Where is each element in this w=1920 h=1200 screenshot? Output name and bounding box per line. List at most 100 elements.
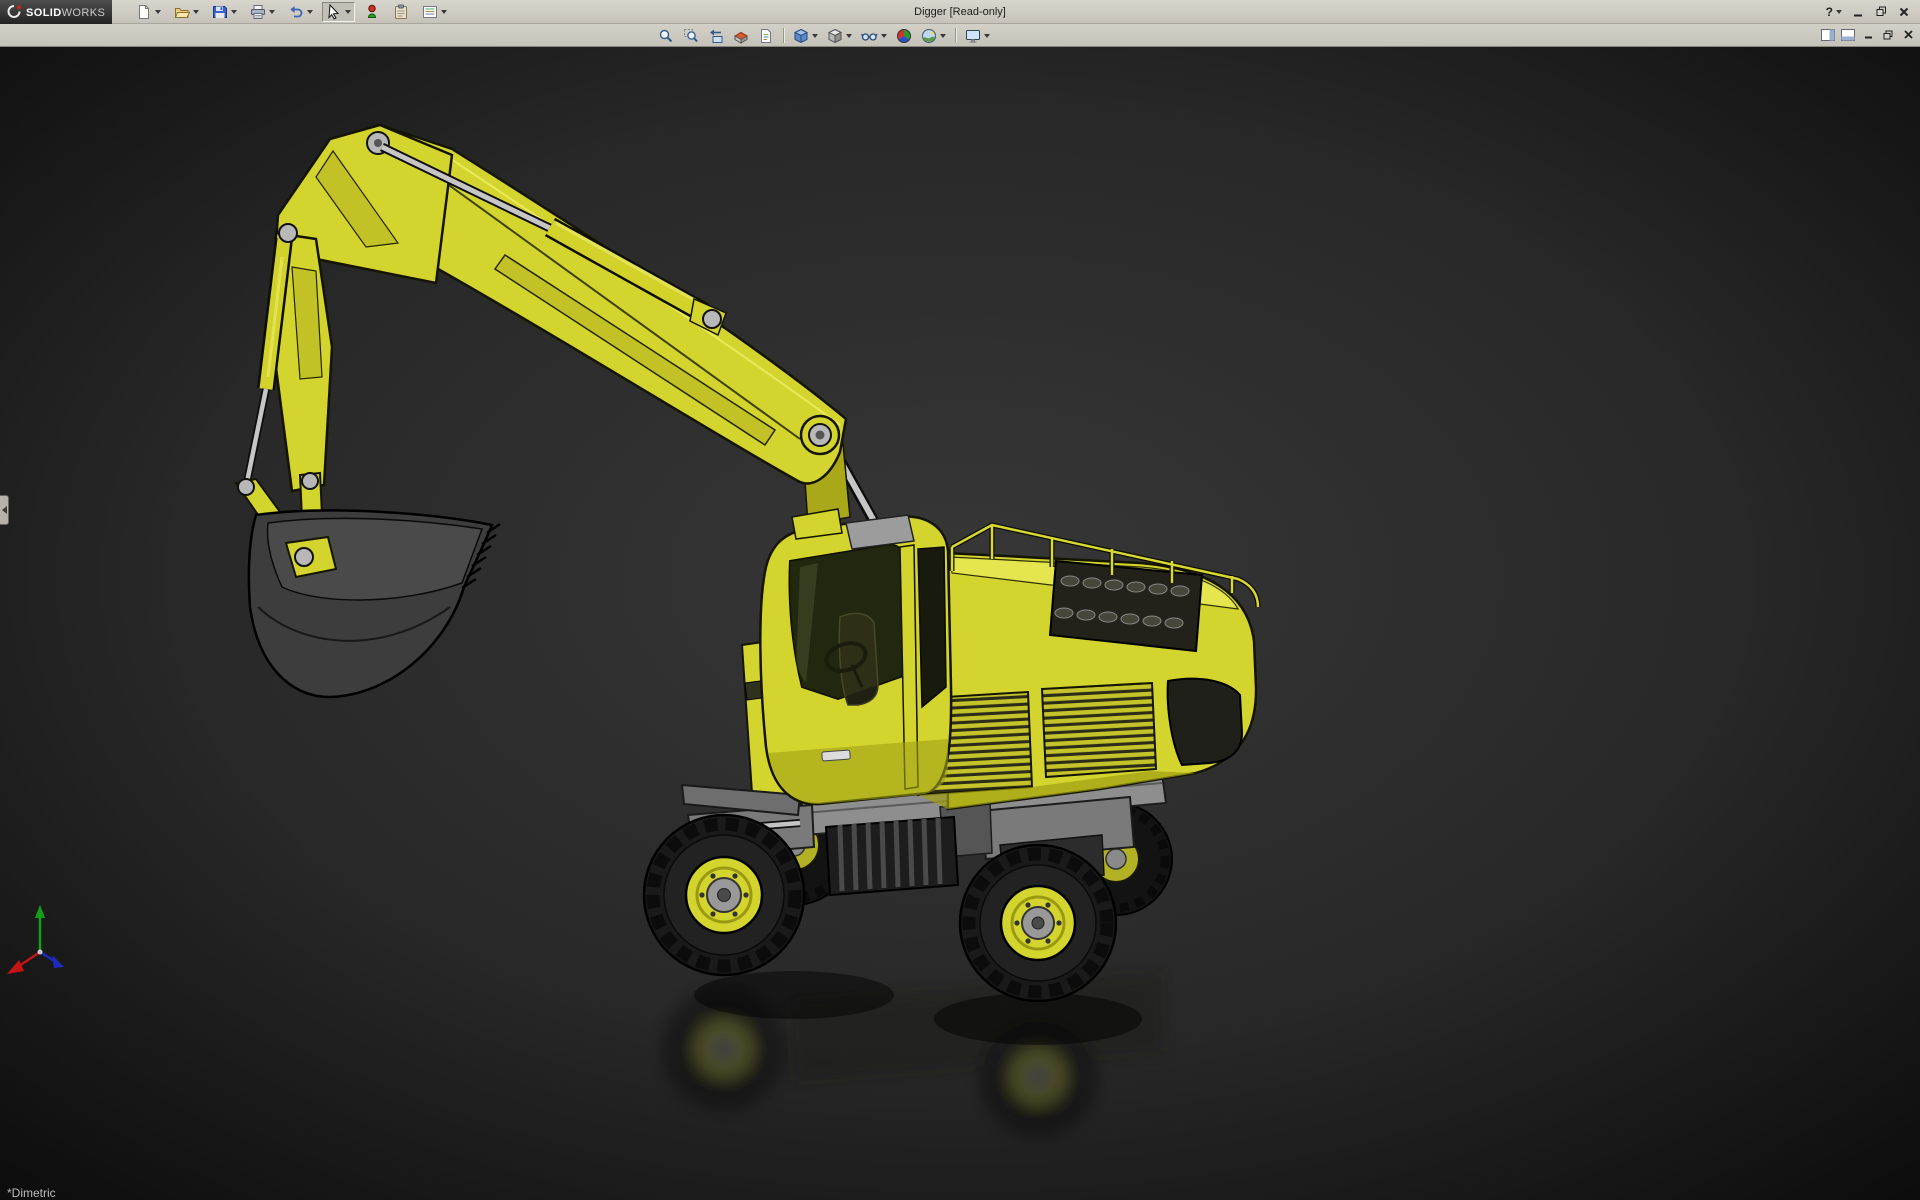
- undo-button[interactable]: [284, 2, 317, 22]
- door-handle: [822, 750, 851, 761]
- dassault-logo-mark: [6, 4, 22, 19]
- help-button[interactable]: ?: [1823, 3, 1845, 21]
- monitor-icon: [965, 28, 981, 44]
- color-sphere-icon: [896, 28, 912, 44]
- section-cube-icon: [733, 28, 749, 44]
- cab-rear-glass: [918, 547, 946, 707]
- rear-panel-glass: [1168, 679, 1242, 765]
- logo-text-bold: SOLID: [26, 7, 62, 19]
- heads-up-view-toolbar: [655, 25, 993, 46]
- magnifier-icon: [658, 28, 674, 44]
- printer-icon: [250, 4, 266, 20]
- select-button[interactable]: [322, 2, 355, 22]
- app-restore-button[interactable]: [1871, 3, 1891, 21]
- wheel-shadow: [694, 971, 894, 1019]
- apply-scene-button[interactable]: [918, 26, 949, 46]
- options-list-icon: [422, 4, 438, 20]
- select-cursor-icon: [326, 4, 342, 20]
- document-window-controls: [1819, 26, 1917, 43]
- save-button[interactable]: [208, 2, 241, 22]
- display-pane-toggle-button[interactable]: [1839, 26, 1857, 43]
- clipboard-icon: [393, 4, 409, 20]
- front-wheel[interactable]: [644, 815, 804, 975]
- options-button[interactable]: [418, 2, 451, 22]
- dropdown-caret[interactable]: [269, 10, 275, 14]
- scene-sphere-icon: [921, 28, 937, 44]
- help-glyph: ?: [1826, 5, 1833, 19]
- side-grille: [1042, 683, 1156, 777]
- dropdown-caret[interactable]: [812, 34, 818, 38]
- display-style-button[interactable]: [824, 26, 855, 46]
- minimize-icon: [1853, 7, 1863, 17]
- view-settings-button[interactable]: [962, 26, 993, 46]
- dropdown-caret[interactable]: [193, 10, 199, 14]
- graphics-viewport[interactable]: *Dimetric: [0, 47, 1920, 1200]
- dropdown-caret[interactable]: [307, 10, 313, 14]
- dropdown-caret[interactable]: [940, 34, 946, 38]
- stick-top-pin: [279, 224, 297, 242]
- titlebar[interactable]: SOLIDWORKS: [0, 0, 1920, 24]
- section-view-button[interactable]: [730, 26, 752, 46]
- print-button[interactable]: [246, 2, 279, 22]
- annotation-page-icon: [758, 28, 774, 44]
- dropdown-caret[interactable]: [345, 10, 351, 14]
- digger-3d-view[interactable]: [0, 47, 1920, 1200]
- doc-minimize-button[interactable]: [1859, 26, 1877, 43]
- open-folder-icon: [174, 4, 190, 20]
- file-properties-button[interactable]: [389, 2, 413, 22]
- app-minimize-button[interactable]: [1848, 3, 1868, 21]
- undo-arrow-icon: [288, 4, 304, 20]
- window-title: Digger [Read-only]: [914, 6, 1006, 18]
- engine-hatch-vent: [1050, 561, 1202, 651]
- edit-appearance-button[interactable]: [893, 26, 915, 46]
- restore-icon: [1876, 6, 1887, 17]
- magnifier-area-icon: [683, 28, 699, 44]
- minimize-icon: [1864, 30, 1873, 39]
- doc-restore-button[interactable]: [1879, 26, 1897, 43]
- new-document-button[interactable]: [132, 2, 165, 22]
- solidworks-logo: SOLIDWORKS: [0, 0, 112, 24]
- rear-wheel[interactable]: [960, 845, 1116, 1001]
- dropdown-caret[interactable]: [846, 34, 852, 38]
- save-floppy-icon: [212, 4, 228, 20]
- restore-icon: [1883, 30, 1893, 40]
- dropdown-caret[interactable]: [441, 10, 447, 14]
- toolbar-separator: [955, 28, 956, 43]
- new-document-icon: [136, 4, 152, 20]
- cylinder-anchor-pin: [703, 310, 721, 328]
- hide-show-items-button[interactable]: [858, 26, 890, 46]
- cab[interactable]: [760, 509, 951, 804]
- standard-toolbar: [132, 2, 451, 22]
- app-close-button[interactable]: [1894, 3, 1914, 21]
- feature-pane-collapse-tab[interactable]: [0, 495, 9, 525]
- logo-text-light: WORKS: [62, 7, 106, 19]
- view-orientation-label: *Dimetric: [7, 1186, 56, 1200]
- dropdown-caret[interactable]: [155, 10, 161, 14]
- close-icon: [1899, 7, 1909, 17]
- close-icon: [1904, 30, 1913, 39]
- open-button[interactable]: [170, 2, 203, 22]
- dropdown-caret[interactable]: [231, 10, 237, 14]
- zoom-to-area-button[interactable]: [680, 26, 702, 46]
- shaded-cube-icon: [827, 28, 843, 44]
- zoom-to-fit-button[interactable]: [655, 26, 677, 46]
- app-window-controls: ?: [1823, 3, 1920, 21]
- solidworks-window: SOLIDWORKS: [0, 0, 1920, 1200]
- doc-close-button[interactable]: [1899, 26, 1917, 43]
- dropdown-caret[interactable]: [881, 34, 887, 38]
- display-pane-icon: [1841, 29, 1855, 41]
- annotation-views-button[interactable]: [755, 26, 777, 46]
- rebuild-button[interactable]: [360, 2, 384, 22]
- task-pane-toggle-button[interactable]: [1819, 26, 1837, 43]
- task-pane-icon: [1821, 29, 1835, 41]
- blue-cube-icon: [793, 28, 809, 44]
- glasses-icon: [861, 28, 878, 44]
- dropdown-caret[interactable]: [1836, 10, 1842, 14]
- view-toolbar-row: [0, 24, 1920, 47]
- toolbar-separator: [783, 28, 784, 43]
- dropdown-caret[interactable]: [984, 34, 990, 38]
- rebuild-stoplight-icon: [364, 4, 380, 20]
- previous-view-icon: [708, 28, 724, 44]
- view-orientation-button[interactable]: [790, 26, 821, 46]
- previous-view-button[interactable]: [705, 26, 727, 46]
